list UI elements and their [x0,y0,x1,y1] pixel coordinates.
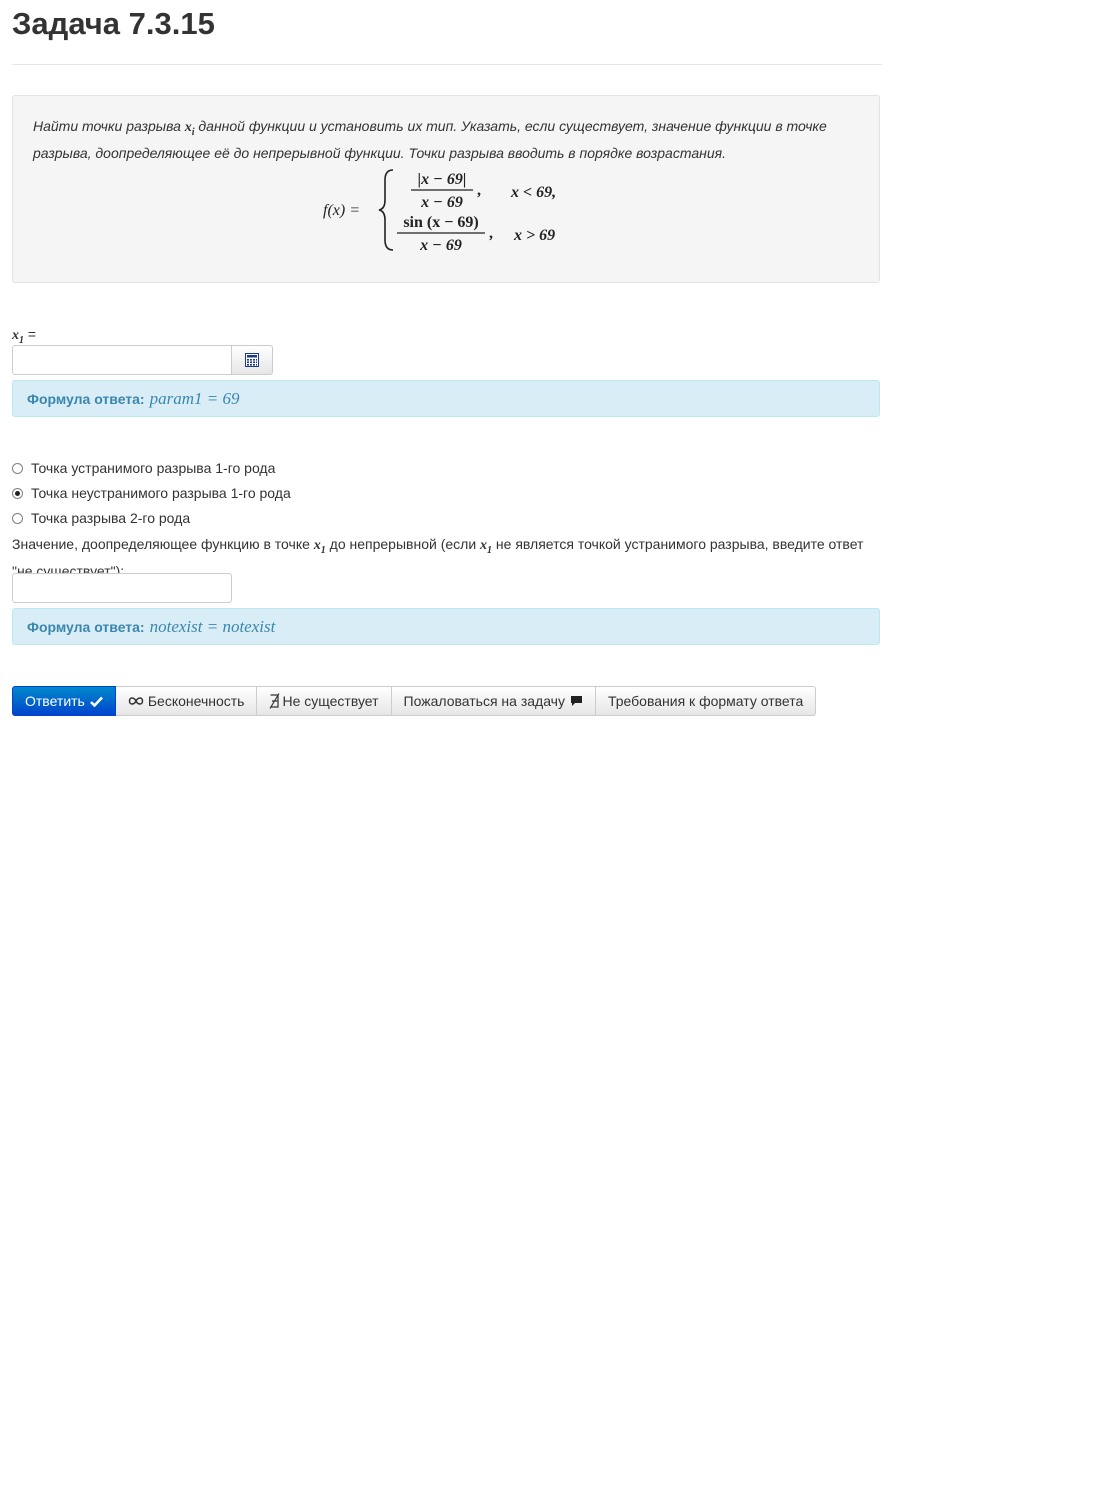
formula-lhs: f(x) = [323,202,360,219]
calculator-icon [245,353,259,367]
infinity-button[interactable]: Бесконечность [115,686,258,716]
page-title: Задача 7.3.15 [12,6,215,41]
answer-toolbar: Ответить Бесконечность Не существует Пож… [12,686,817,716]
case2-denominator: x − 69 [419,237,462,254]
radio-nonremovable-first-kind[interactable]: Точка неустранимого разрыва 1-го рода [12,485,291,501]
radio-button[interactable] [12,462,23,474]
answer2-formula-hint: Формула ответа: notexist = notexist [12,608,880,645]
case2-numerator: sin (x − 69) [403,214,478,231]
calculator-button[interactable] [231,345,273,375]
answer1-input[interactable] [12,345,232,375]
case1-denominator: x − 69 [420,194,463,211]
report-task-button[interactable]: Пожаловаться на задачу [391,686,596,716]
radio-second-kind[interactable]: Точка разрыва 2-го рода [12,510,190,526]
case1-comma: , [477,182,481,199]
case1-condition: x < 69, [510,184,556,201]
answer1-label: x1 = [12,326,37,346]
answer1-formula-hint: Формула ответа: param1 = 69 [12,380,880,417]
infinity-icon [128,696,144,706]
piecewise-formula: f(x) = |x − 69| x − 69 , x < 69, sin (x … [323,169,556,254]
comment-icon [570,695,583,707]
case1-numerator: |x − 69| [418,171,467,188]
case2-comma: , [489,225,493,242]
page: Задача 7.3.15 Найти точки разрыва xi дан… [0,0,1100,1500]
checkmark-icon [89,696,103,707]
left-brace [378,169,394,251]
var-xi: xi [184,120,195,138]
radio-button[interactable] [12,512,23,524]
case2-condition: x > 69 [513,227,555,244]
answer2-input[interactable] [12,573,232,603]
task-statement-panel: Найти точки разрыва xi данной функции и … [12,95,880,283]
answer-format-button[interactable]: Требования к формату ответа [595,686,817,716]
title-divider [12,64,882,65]
radio-removable-first-kind[interactable]: Точка устранимого разрыва 1-го рода [12,460,275,476]
submit-button[interactable]: Ответить [12,686,116,716]
radio-button-selected[interactable] [12,487,23,499]
not-exists-icon [269,693,280,709]
task-statement-text: Найти точки разрыва xi данной функции и … [33,118,827,161]
not-exists-button[interactable]: Не существует [257,686,392,716]
